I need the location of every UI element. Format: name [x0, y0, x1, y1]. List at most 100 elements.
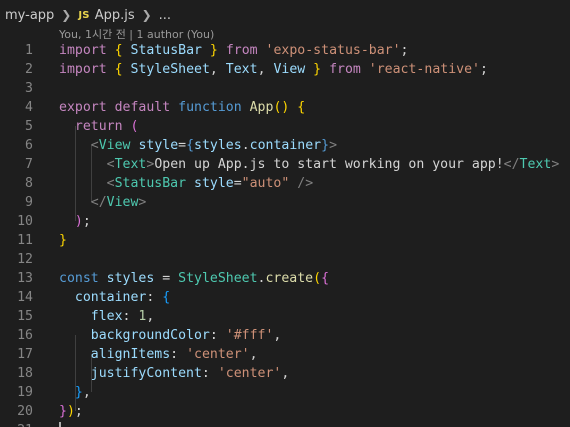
code-token: View: [106, 195, 139, 210]
breadcrumb-symbols[interactable]: ...: [159, 8, 171, 23]
line-number: 9: [25, 195, 33, 210]
code-line[interactable]: 9 </View>: [0, 193, 570, 212]
code-token: return: [74, 119, 123, 134]
code-line[interactable]: 20});: [0, 402, 570, 421]
line-number: 17: [17, 347, 33, 362]
code-token: :: [209, 328, 226, 343]
code-line[interactable]: 2 import { StyleSheet, Text, View } from …: [0, 60, 570, 79]
code-token: />: [297, 176, 314, 191]
code-text: return (: [59, 117, 139, 136]
code-token: StyleSheet: [130, 62, 210, 77]
line-number: 11: [17, 233, 33, 248]
code-line[interactable]: 7 <Text>Open up App.js to start working …: [0, 155, 570, 174]
code-token: }: [321, 138, 330, 153]
code-line[interactable]: 3: [0, 79, 570, 98]
line-number: 19: [17, 385, 33, 400]
code-text: flex: 1,: [59, 307, 155, 326]
code-token: :: [146, 290, 163, 305]
code-line[interactable]: 13 const styles = StyleSheet.create({: [0, 269, 570, 288]
code-token: ,: [146, 309, 155, 324]
code-text: <Text>Open up App.js to start working on…: [59, 155, 560, 174]
code-line[interactable]: 17 alignItems: 'center',: [0, 345, 570, 364]
code-line[interactable]: 1 import { StatusBar } from 'expo-status-…: [0, 41, 570, 60]
code-token: Text: [225, 62, 258, 77]
code-text: <StatusBar style="auto" />: [59, 174, 314, 193]
code-text: import { StyleSheet, Text, View } from '…: [59, 60, 488, 79]
code-token: {: [297, 100, 306, 115]
code-token: }: [313, 62, 322, 77]
code-line[interactable]: 14 container: {: [0, 288, 570, 307]
code-token: =: [154, 271, 179, 286]
code-token: ): [66, 404, 75, 419]
code-token: alignItems: [90, 347, 171, 362]
code-token: import: [59, 62, 107, 77]
code-token: ,: [281, 366, 290, 381]
code-editor[interactable]: 1 import { StatusBar } from 'expo-status-…: [0, 40, 570, 427]
code-line[interactable]: 18 justifyContent: 'center',: [0, 364, 570, 383]
code-line[interactable]: 10 );: [0, 212, 570, 231]
code-line[interactable]: 19 },: [0, 383, 570, 402]
line-number: 4: [25, 100, 33, 115]
code-text: }: [59, 231, 67, 250]
code-token: create: [265, 271, 314, 286]
code-line[interactable]: 4 export default function App() {: [0, 98, 570, 117]
line-number: 12: [17, 252, 33, 267]
code-token: (): [273, 100, 290, 115]
code-token: {: [162, 290, 171, 305]
chevron-right-icon: ❯: [141, 8, 152, 22]
code-line[interactable]: 8 <StatusBar style="auto" />: [0, 174, 570, 193]
code-token: flex: [90, 309, 123, 324]
code-token: ,: [82, 385, 91, 400]
code-token: 'center': [217, 366, 282, 381]
code-line[interactable]: 11}: [0, 231, 570, 250]
code-text: import { StatusBar } from 'expo-status-b…: [59, 41, 408, 60]
code-token: }: [209, 43, 218, 58]
code-token: {: [321, 271, 330, 286]
code-token: ;: [400, 43, 409, 58]
breadcrumb-file[interactable]: App.js: [95, 8, 135, 23]
line-number: 15: [17, 309, 33, 324]
code-token: "auto": [241, 176, 290, 191]
code-line[interactable]: 21: [0, 421, 570, 427]
code-token: ,: [257, 62, 274, 77]
code-line[interactable]: 16 backgroundColor: '#fff',: [0, 326, 570, 345]
code-text: backgroundColor: '#fff',: [59, 326, 282, 345]
code-line[interactable]: 5 return (: [0, 117, 570, 136]
code-token: :: [201, 366, 218, 381]
breadcrumb-folder[interactable]: my-app: [5, 8, 54, 23]
code-token: </: [90, 195, 107, 210]
code-token: import: [59, 43, 107, 58]
code-line[interactable]: 12: [0, 250, 570, 269]
code-text: );: [59, 212, 91, 231]
code-token: ;: [479, 62, 488, 77]
code-token: {: [114, 43, 123, 58]
code-text: </View>: [59, 193, 147, 212]
code-token: :: [122, 309, 139, 324]
code-line[interactable]: 6 <View style={styles.container}>: [0, 136, 570, 155]
code-line[interactable]: 15 flex: 1,: [0, 307, 570, 326]
code-token: <: [106, 176, 115, 191]
code-token: Text: [114, 157, 147, 172]
code-token: const: [59, 271, 99, 286]
code-token: <: [106, 157, 115, 172]
code-token: styles: [106, 271, 155, 286]
line-number: 21: [0, 421, 33, 427]
code-token: }: [59, 404, 67, 419]
code-token: ;: [82, 214, 91, 229]
code-token: =: [233, 176, 242, 191]
chevron-right-icon: ❯: [61, 8, 72, 22]
code-token: Open up App.js to start working on your …: [154, 157, 504, 172]
code-token: ;: [74, 404, 83, 419]
code-token: =: [178, 138, 187, 153]
